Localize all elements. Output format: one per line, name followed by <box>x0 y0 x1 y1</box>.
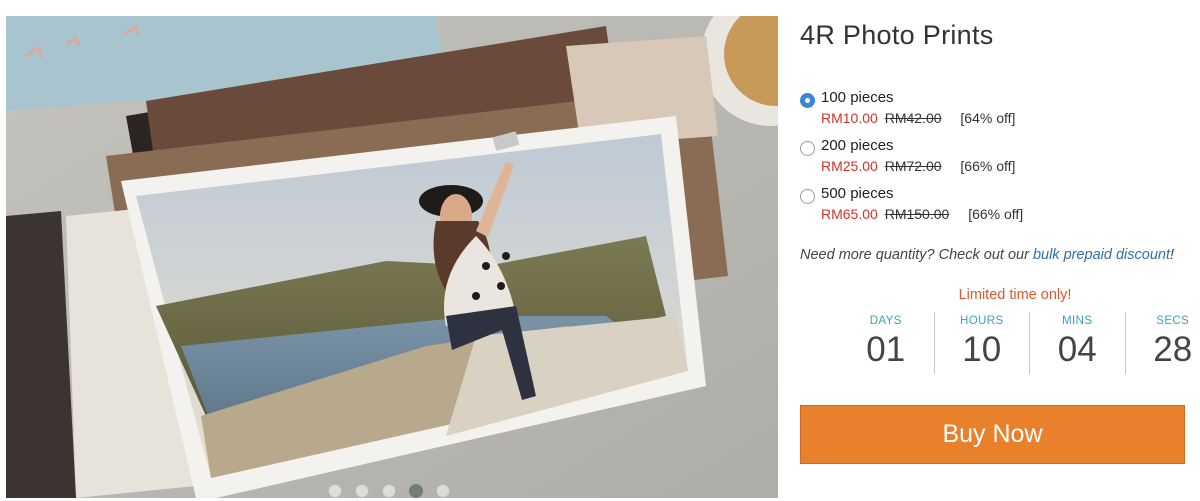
original-price: RM42.00 <box>884 110 942 126</box>
bulk-note-suffix: ! <box>1169 247 1175 263</box>
countdown-days: DAYS 01 <box>838 312 934 374</box>
option-200-pieces[interactable]: 200 pieces RM25.00 RM72.00 [66% off] <box>800 137 1190 181</box>
discount-label: [64% off] <box>960 110 1016 126</box>
price-row: RM65.00 RM150.00 [66% off] <box>821 206 1023 222</box>
countdown-timer: DAYS 01 HOURS 10 MINS 04 SECS 28 <box>838 312 1200 374</box>
option-label: 200 pieces <box>821 137 894 154</box>
bulk-quantity-note: Need more quantity? Check out our bulk p… <box>800 247 1174 263</box>
carousel-dots <box>328 484 468 498</box>
limited-time-label: Limited time only! <box>958 287 1072 303</box>
sale-price: RM65.00 <box>821 206 878 222</box>
product-title: 4R Photo Prints <box>800 20 994 50</box>
countdown-value: 10 <box>962 330 1002 369</box>
countdown-label: DAYS <box>869 315 902 327</box>
buy-now-button[interactable]: Buy Now <box>800 405 1185 464</box>
countdown-label: MINS <box>1062 315 1093 327</box>
countdown-secs: SECS 28 <box>1124 312 1200 374</box>
sale-price: RM25.00 <box>821 158 878 174</box>
bulk-prepaid-discount-link[interactable]: bulk prepaid discount <box>1033 247 1170 263</box>
carousel-dot[interactable] <box>355 484 369 498</box>
product-photo <box>6 16 778 498</box>
original-price: RM72.00 <box>884 158 942 174</box>
countdown-value: 28 <box>1153 330 1193 369</box>
price-row: RM10.00 RM42.00 [64% off] <box>821 110 1015 126</box>
countdown-value: 04 <box>1057 330 1097 369</box>
bulk-note-text: Need more quantity? Check out our <box>800 247 1033 263</box>
countdown-label: SECS <box>1156 315 1190 327</box>
radio-button[interactable] <box>800 189 815 204</box>
price-row: RM25.00 RM72.00 [66% off] <box>821 158 1015 174</box>
discount-label: [66% off] <box>968 206 1024 222</box>
countdown-value: 01 <box>866 330 906 369</box>
carousel-dot-active[interactable] <box>409 484 423 498</box>
product-image-carousel[interactable] <box>6 16 778 498</box>
countdown-hours: HOURS 10 <box>933 312 1030 374</box>
radio-button-selected[interactable] <box>800 93 815 108</box>
countdown-label: HOURS <box>959 315 1004 327</box>
sale-price: RM10.00 <box>821 110 878 126</box>
option-label: 100 pieces <box>821 89 894 106</box>
carousel-dot[interactable] <box>382 484 396 498</box>
product-panel: 4R Photo Prints 100 pieces RM10.00 RM42.… <box>800 0 1200 501</box>
radio-button[interactable] <box>800 141 815 156</box>
discount-label: [66% off] <box>960 158 1016 174</box>
original-price: RM150.00 <box>884 206 950 222</box>
option-500-pieces[interactable]: 500 pieces RM65.00 RM150.00 [66% off] <box>800 185 1190 229</box>
carousel-dot[interactable] <box>436 484 450 498</box>
countdown-mins: MINS 04 <box>1029 312 1125 374</box>
option-100-pieces[interactable]: 100 pieces RM10.00 RM42.00 [64% off] <box>800 89 1190 133</box>
option-label: 500 pieces <box>821 185 894 202</box>
carousel-dot[interactable] <box>328 484 342 498</box>
